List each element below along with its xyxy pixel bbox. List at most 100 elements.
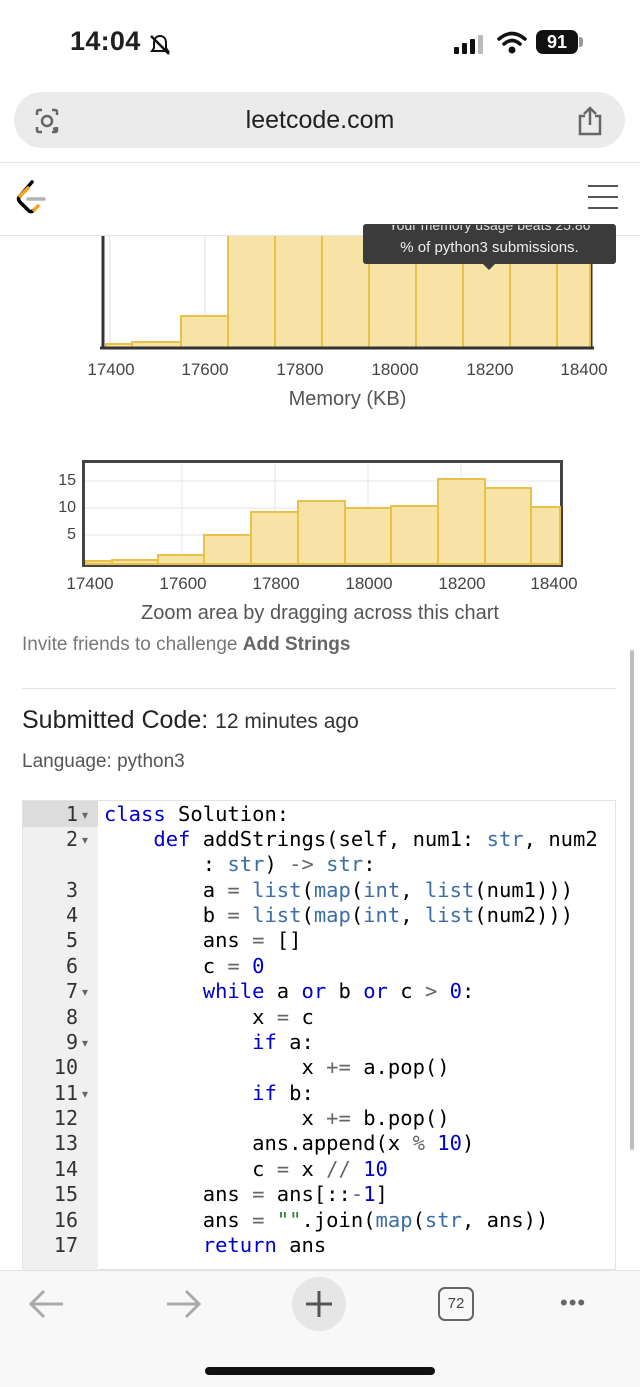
battery-indicator: 91: [536, 30, 578, 54]
line-number: 1: [65, 802, 78, 826]
code-line: c = 0: [104, 954, 265, 978]
bar: [274, 236, 323, 349]
back-arrow-icon[interactable]: [28, 1288, 66, 1320]
leetcode-logo-icon[interactable]: [16, 180, 48, 216]
line-number: 4: [65, 903, 78, 927]
line-number: 14: [53, 1157, 78, 1181]
main-xtick: 18000: [371, 360, 419, 379]
line-number: 7: [65, 979, 78, 1003]
status-time: 14:04: [70, 26, 141, 56]
line-number: 16: [53, 1208, 78, 1232]
silent-bell-icon: [150, 34, 170, 55]
code-line: b = list(map(int, list(num2))): [104, 903, 574, 927]
bar: [530, 506, 561, 565]
invite-text: Invite friends to challenge Add Strings: [22, 634, 350, 656]
main-xtick: 18200: [466, 360, 514, 379]
code-line: : str) -> str:: [104, 852, 376, 876]
line-number: 10: [53, 1055, 78, 1079]
tooltip-line1: Your memory usage beats 25.86: [388, 225, 591, 233]
tab-switcher-button[interactable]: 72: [438, 1287, 474, 1321]
more-menu-icon[interactable]: •••: [560, 1290, 586, 1316]
submission-time: 12 minutes ago: [215, 710, 359, 733]
bar: [250, 511, 299, 565]
bar: [111, 559, 159, 565]
url-text[interactable]: leetcode.com: [0, 106, 640, 135]
bar: [85, 560, 113, 565]
nav-ytick: 5: [67, 526, 76, 543]
code-line: c = x // 10: [104, 1157, 388, 1181]
main-xtick: 17800: [276, 360, 324, 379]
bar: [227, 236, 276, 349]
main-xtick: 17600: [181, 360, 229, 379]
bar: [180, 315, 229, 349]
fold-arrow-icon[interactable]: ▾: [82, 1036, 92, 1050]
home-indicator: [205, 1367, 435, 1375]
nav-ytick: 10: [58, 499, 76, 516]
code-line: x = c: [104, 1005, 314, 1029]
line-number: 8: [65, 1005, 78, 1029]
line-number: 3: [65, 878, 78, 902]
fold-arrow-icon[interactable]: ▾: [82, 833, 92, 847]
code-line: class Solution:: [104, 802, 290, 826]
share-icon[interactable]: [576, 105, 604, 137]
main-xtick: 17400: [87, 360, 135, 379]
submitted-code-title: Submitted Code:: [22, 706, 209, 734]
hamburger-menu-icon[interactable]: [586, 183, 620, 211]
code-line: if a:: [252, 1030, 314, 1054]
code-line: if b:: [252, 1081, 314, 1105]
zoom-navigator-chart[interactable]: [82, 460, 563, 567]
invite-prefix: Invite friends to challenge: [22, 634, 243, 655]
nav-xtick: 17600: [159, 574, 207, 593]
bar: [203, 534, 252, 565]
line-number: 5: [65, 928, 78, 952]
code-line: while a or b or c > 0:: [202, 979, 475, 1003]
code-line: ans.append(x % 10): [104, 1131, 475, 1155]
tooltip-line2: % of python3 submissions.: [400, 239, 579, 256]
fold-arrow-icon[interactable]: ▾: [82, 985, 92, 999]
nav-xtick: 18400: [530, 574, 578, 593]
main-xtick: 18400: [560, 360, 608, 379]
line-number: 13: [53, 1131, 78, 1155]
bar: [157, 554, 205, 565]
bar: [321, 236, 370, 349]
bar: [437, 478, 486, 565]
forward-arrow-icon[interactable]: [164, 1288, 202, 1320]
code-line: x += b.pop(): [104, 1106, 450, 1130]
page-scrollbar[interactable]: [630, 650, 634, 1150]
bar: [390, 505, 439, 565]
submitted-code-heading: Submitted Code: 12 minutes ago: [22, 706, 359, 735]
bar: [344, 507, 392, 565]
problem-link[interactable]: Add Strings: [243, 634, 351, 655]
code-line: ans = []: [104, 928, 302, 952]
zoom-caption: Zoom area by dragging across this chart: [141, 602, 499, 624]
line-number: 12: [53, 1106, 78, 1130]
code-line: ans = "".join(map(str, ans)): [104, 1208, 549, 1232]
code-line: x += a.pop(): [104, 1055, 450, 1079]
tooltip-arrow-icon: [482, 263, 496, 270]
battery-tip: [579, 37, 583, 47]
nav-xtick: 17800: [252, 574, 300, 593]
line-number: 15: [53, 1182, 78, 1206]
fold-arrow-icon[interactable]: ▾: [82, 808, 92, 822]
signal-icon: [454, 35, 483, 54]
plus-icon[interactable]: [303, 1288, 335, 1320]
line-number: 2: [65, 827, 78, 851]
fold-arrow-icon[interactable]: ▾: [82, 1087, 92, 1101]
nav-xtick: 18000: [345, 574, 393, 593]
section-divider: [22, 688, 616, 689]
line-number: 9: [65, 1030, 78, 1054]
line-number: 11: [53, 1081, 78, 1105]
main-xaxis-title: Memory (KB): [288, 388, 407, 410]
bar: [484, 487, 532, 565]
nav-ytick: 15: [58, 472, 76, 489]
nav-xtick: 17400: [66, 574, 114, 593]
language-label: Language: python3: [22, 751, 185, 772]
code-line: def addStrings(self, num1: str, num2: [153, 827, 598, 851]
wifi-icon: [497, 31, 527, 54]
code-line: ans = ans[::-1]: [104, 1182, 388, 1206]
code-line: return ans: [202, 1233, 327, 1257]
line-number: 6: [65, 954, 78, 978]
nav-xtick: 18200: [438, 574, 486, 593]
bar: [297, 500, 346, 565]
line-number: 17: [53, 1233, 78, 1257]
